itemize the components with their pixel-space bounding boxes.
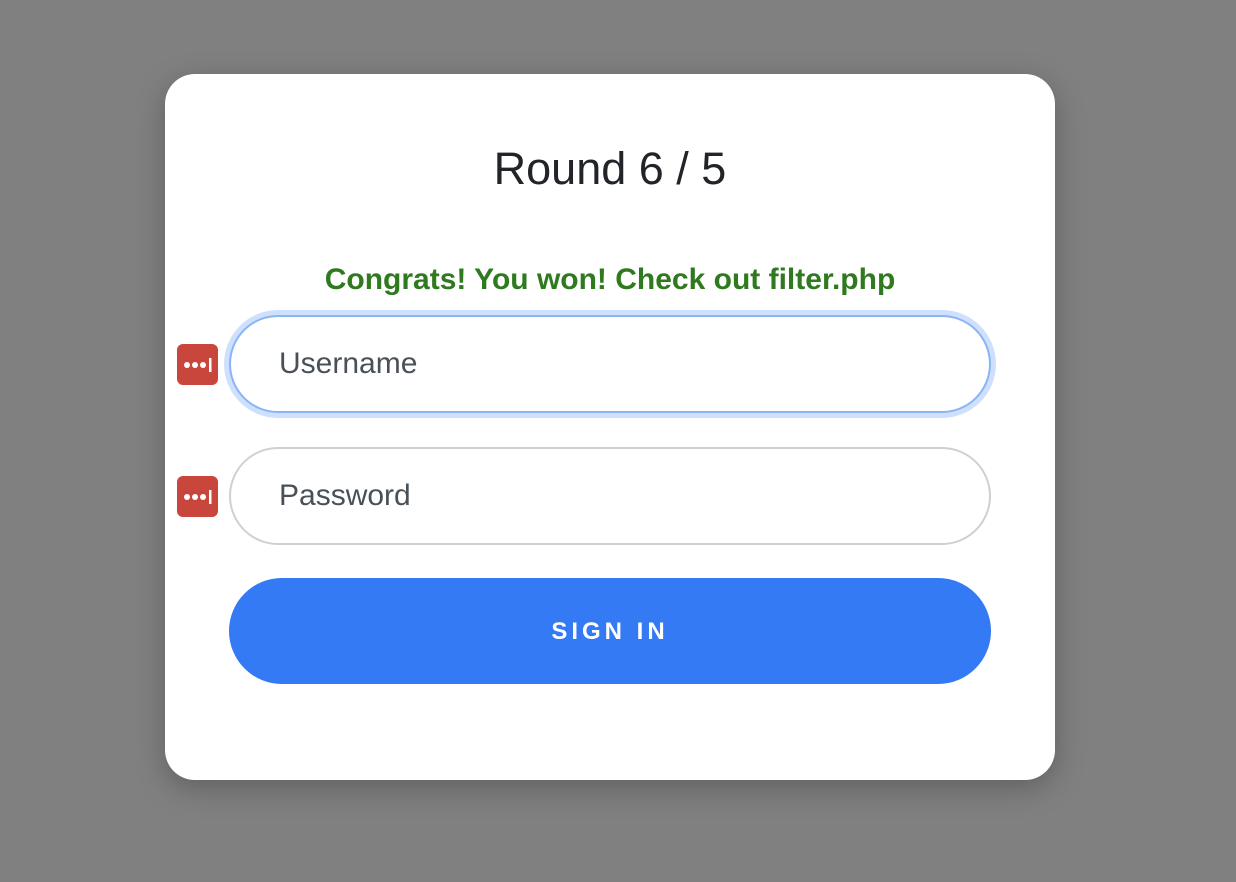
sign-in-button[interactable]: SIGN IN (229, 578, 991, 684)
username-input[interactable] (229, 315, 991, 413)
password-manager-icon[interactable] (177, 476, 218, 517)
round-title: Round 6 / 5 (493, 143, 727, 194)
password-input[interactable] (229, 447, 991, 545)
login-card: Round 6 / 5 Congrats! You won! Check out… (165, 74, 1055, 780)
dots-icon (183, 489, 211, 504)
dots-icon (183, 357, 211, 372)
status-message: Congrats! You won! Check out filter.php (324, 263, 896, 296)
password-manager-icon[interactable] (177, 344, 218, 385)
